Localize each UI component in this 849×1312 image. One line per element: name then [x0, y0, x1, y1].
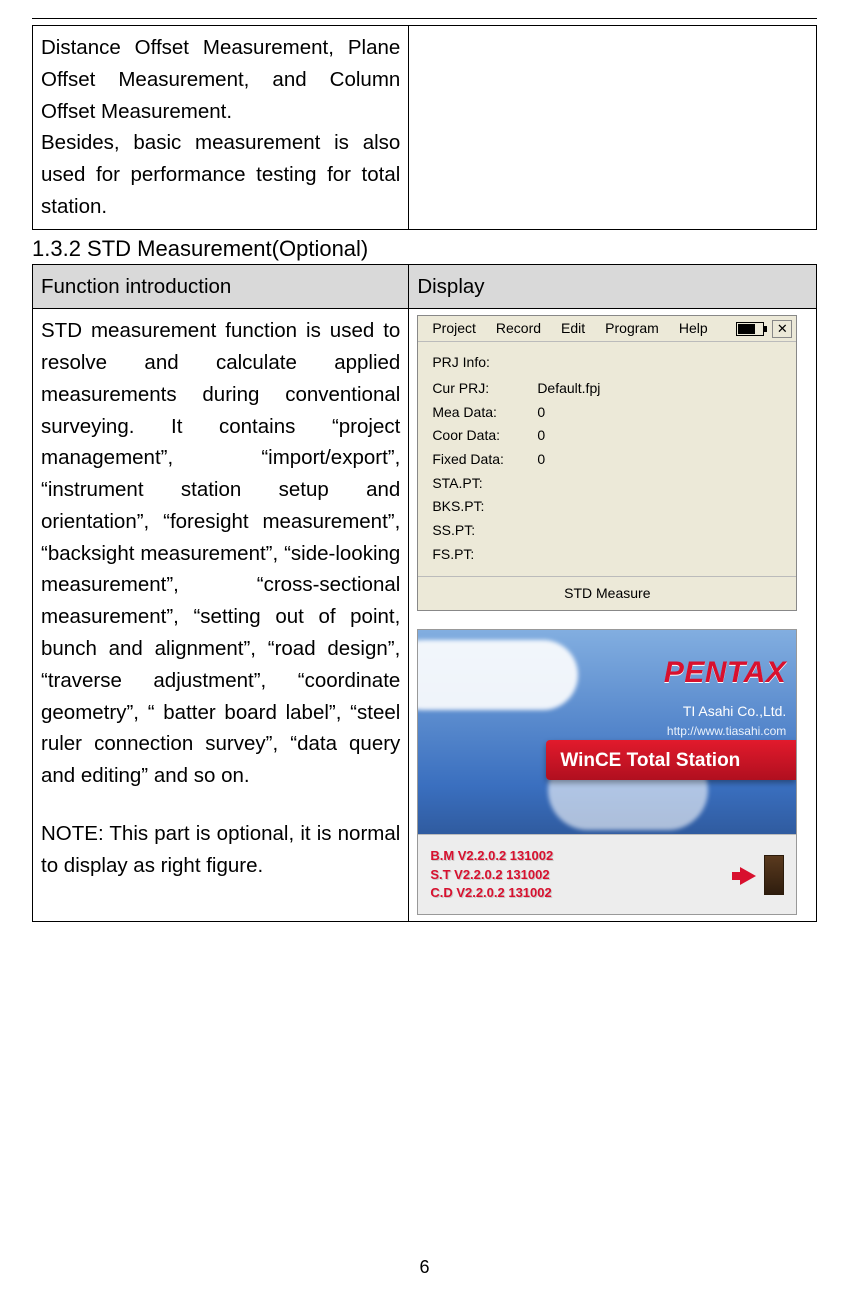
value-ss-pt — [537, 520, 782, 542]
menu-edit[interactable]: Edit — [551, 316, 595, 342]
section-heading: 1.3.2 STD Measurement(Optional) — [32, 236, 817, 262]
page-number: 6 — [0, 1257, 849, 1278]
row-fixed-data: Fixed Data: 0 — [432, 449, 782, 471]
value-sta-pt — [537, 473, 782, 495]
value-mea-data: 0 — [537, 402, 782, 424]
label-bks-pt: BKS.PT: — [432, 496, 537, 518]
std-table: Function introduction Display STD measur… — [32, 264, 817, 923]
splash-screen: PENTAX TI Asahi Co.,Ltd. http://www.tias… — [417, 629, 797, 915]
top-rule — [32, 18, 817, 19]
brand-name: PENTAX — [603, 650, 786, 697]
label-mea-data: Mea Data: — [432, 402, 537, 424]
label-ss-pt: SS.PT: — [432, 520, 537, 542]
value-fs-pt — [537, 544, 782, 566]
prj-info-label: PRJ Info: — [432, 352, 782, 374]
header-function-introduction: Function introduction — [33, 264, 409, 309]
battery-icon — [736, 322, 764, 336]
function-intro-cell: STD measurement function is used to reso… — [33, 309, 409, 922]
version-lines: B.M V2.2.0.2 131002 S.T V2.2.0.2 131002 … — [430, 847, 553, 902]
cloud-decoration — [417, 640, 578, 710]
label-coor-data: Coor Data: — [432, 425, 537, 447]
prev-paragraph-2: Besides, basic measurement is also used … — [41, 127, 400, 222]
row-coor-data: Coor Data: 0 — [432, 425, 782, 447]
company-name: TI Asahi Co.,Ltd. — [603, 701, 786, 723]
row-mea-data: Mea Data: 0 — [432, 402, 782, 424]
row-ss-pt: SS.PT: — [432, 520, 782, 542]
row-sta-pt: STA.PT: — [432, 473, 782, 495]
version-bm: B.M V2.2.0.2 131002 — [430, 847, 553, 865]
label-fixed-data: Fixed Data: — [432, 449, 537, 471]
prev-table-fragment: Distance Offset Measurement, Plane Offse… — [32, 25, 817, 230]
company-url: http://www.tiasahi.com — [603, 722, 786, 741]
row-cur-prj: Cur PRJ: Default.fpj — [432, 378, 782, 400]
display-cell: Project Record Edit Program Help ✕ PRJ I… — [409, 309, 817, 922]
prev-table-left-cell: Distance Offset Measurement, Plane Offse… — [33, 26, 409, 230]
label-fs-pt: FS.PT: — [432, 544, 537, 566]
splash-footer: B.M V2.2.0.2 131002 S.T V2.2.0.2 131002 … — [418, 834, 796, 914]
menu-project[interactable]: Project — [422, 316, 486, 342]
prev-paragraph-1: Distance Offset Measurement, Plane Offse… — [41, 32, 400, 127]
app-status-bar: STD Measure — [418, 576, 796, 611]
exit-icon[interactable] — [740, 853, 784, 897]
value-coor-data: 0 — [537, 425, 782, 447]
version-st: S.T V2.2.0.2 131002 — [430, 866, 553, 884]
brand-box: PENTAX TI Asahi Co.,Ltd. http://www.tias… — [581, 644, 796, 751]
value-cur-prj: Default.fpj — [537, 378, 782, 400]
row-fs-pt: FS.PT: — [432, 544, 782, 566]
menu-program[interactable]: Program — [595, 316, 669, 342]
close-button[interactable]: ✕ — [772, 320, 792, 338]
page: Distance Offset Measurement, Plane Offse… — [0, 0, 849, 1312]
product-banner: WinCE Total Station — [546, 740, 796, 780]
value-fixed-data: 0 — [537, 449, 782, 471]
row-bks-pt: BKS.PT: — [432, 496, 782, 518]
prev-table-right-cell — [409, 26, 817, 230]
function-intro-note: NOTE: This part is optional, it is norma… — [41, 818, 400, 882]
std-measure-app-window: Project Record Edit Program Help ✕ PRJ I… — [417, 315, 797, 611]
menu-record[interactable]: Record — [486, 316, 551, 342]
app-menubar: Project Record Edit Program Help ✕ — [418, 316, 796, 342]
label-sta-pt: STA.PT: — [432, 473, 537, 495]
version-cd: C.D V2.2.0.2 131002 — [430, 884, 553, 902]
function-intro-text: STD measurement function is used to reso… — [41, 315, 400, 791]
app-body: PRJ Info: Cur PRJ: Default.fpj Mea Data:… — [418, 342, 796, 575]
header-display: Display — [409, 264, 817, 309]
value-bks-pt — [537, 496, 782, 518]
label-cur-prj: Cur PRJ: — [432, 378, 537, 400]
menu-help[interactable]: Help — [669, 316, 718, 342]
